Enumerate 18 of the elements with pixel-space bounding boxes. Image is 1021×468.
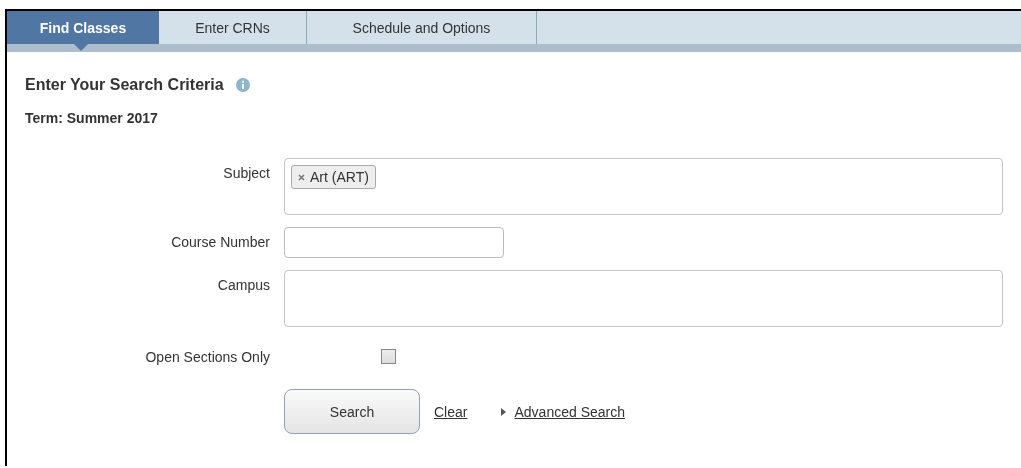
input-field[interactable]	[284, 270, 1003, 327]
info-icon[interactable]	[235, 78, 250, 92]
checkbox[interactable]	[381, 349, 396, 364]
input-field[interactable]	[284, 227, 504, 258]
term-label: Term: Summer 2017	[25, 110, 159, 126]
tag-label: Art (ART)	[310, 169, 369, 185]
expand-icon[interactable]	[501, 407, 507, 416]
field-label: Subject	[222, 164, 270, 181]
remove-icon[interactable]	[298, 173, 305, 181]
section-heading: Enter Your Search Criteria	[25, 76, 224, 94]
field-label: Course Number	[170, 233, 270, 250]
search-button[interactable]: Search	[284, 389, 420, 434]
tag-chip[interactable]: Art (ART)	[291, 165, 376, 189]
advanced-search-link[interactable]: Advanced Search	[514, 403, 625, 420]
field-label: Campus	[216, 276, 270, 293]
clear-link[interactable]: Clear	[434, 403, 468, 420]
input-field[interactable]: Art (ART)	[284, 158, 1003, 215]
field-label: Open Sections Only	[144, 348, 270, 365]
